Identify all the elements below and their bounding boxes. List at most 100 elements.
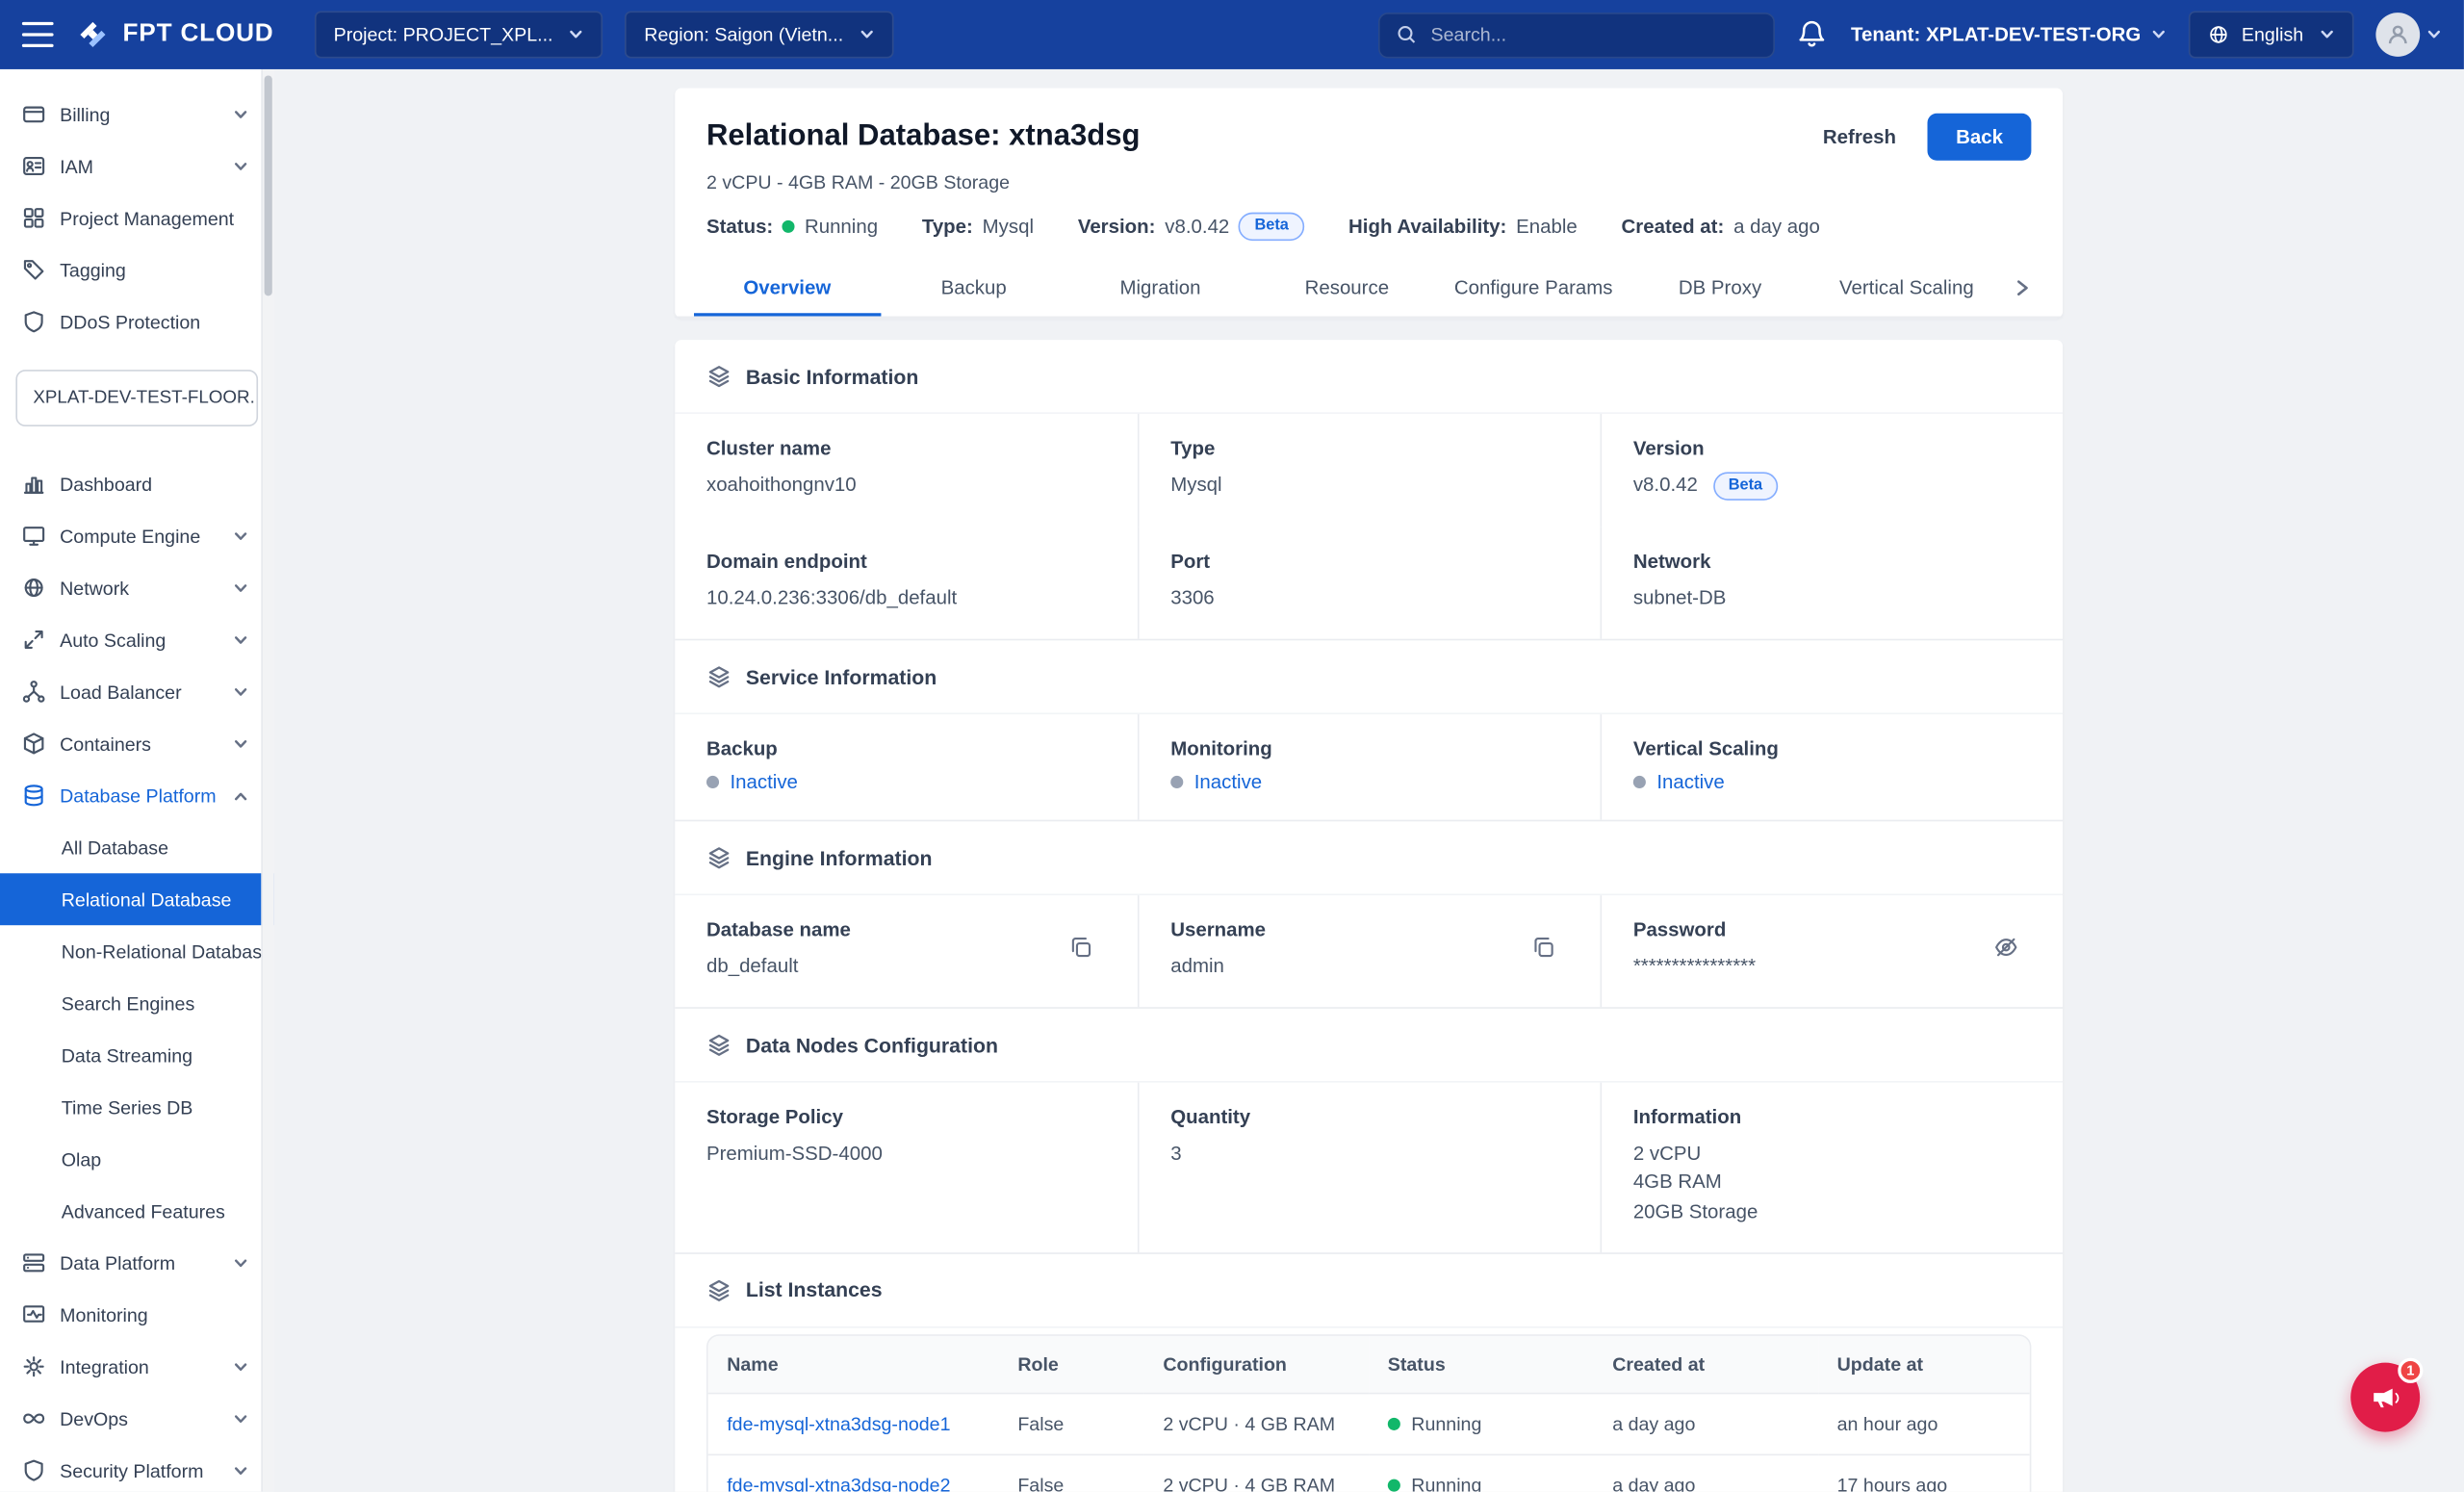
copy-database-name-icon[interactable] [1065, 932, 1097, 968]
chevron-down-icon [569, 27, 584, 42]
created-value: a day ago [1733, 216, 1820, 238]
menu-icon[interactable] [22, 22, 54, 47]
layers-icon [706, 1277, 732, 1302]
instance-link[interactable]: fde-mysql-xtna3dsg-node2 [727, 1474, 950, 1492]
back-button[interactable]: Back [1928, 114, 2032, 161]
monitor-icon [22, 524, 46, 548]
running-status-dot [1388, 1417, 1400, 1429]
sidebar-item-non-relational-database[interactable]: Non-Relational Database [0, 925, 273, 977]
database-icon [22, 784, 46, 808]
page-header: Relational Database: xtna3dsg Refresh Ba… [675, 89, 2063, 319]
sidebar-item-monitoring[interactable]: Monitoring [0, 1289, 273, 1341]
table-row: fde-mysql-xtna3dsg-node2 False 2 vCPU · … [708, 1454, 2030, 1492]
sidebar-item-olap[interactable]: Olap [0, 1133, 273, 1185]
sidebar-subitem-label: Relational Database [62, 888, 232, 911]
layers-icon [706, 364, 732, 389]
sidebar-scrollbar-thumb[interactable] [265, 75, 272, 296]
refresh-button[interactable]: Refresh [1808, 115, 1912, 159]
dashboard-icon [22, 472, 46, 496]
layers-icon [706, 664, 732, 689]
sidebar-item-auto-scaling[interactable]: Auto Scaling [0, 614, 273, 666]
sidebar-item-advanced-features[interactable]: Advanced Features [0, 1185, 273, 1237]
chevron-down-icon [233, 579, 248, 595]
ha-value: Enable [1516, 216, 1578, 238]
sidebar-item-compute-engine[interactable]: Compute Engine [0, 510, 273, 562]
field-type: Type Mysql [1138, 414, 1601, 527]
sidebar-item-label: Billing [60, 103, 110, 125]
fpt-cloud-logo[interactable]: FPT CLOUD [75, 17, 273, 52]
network-globe-icon [22, 576, 46, 600]
sidebar-item-iam[interactable]: IAM [0, 140, 273, 192]
sidebar-item-data-platform[interactable]: Data Platform [0, 1237, 273, 1289]
tab-overview[interactable]: Overview [694, 260, 881, 317]
sidebar-item-data-streaming[interactable]: Data Streaming [0, 1029, 273, 1081]
sidebar-item-search-engines[interactable]: Search Engines [0, 977, 273, 1029]
section-service-information: Service Information Backup Inactive Moni… [675, 639, 2063, 820]
tenant-dropdown[interactable]: Tenant: XPLAT-DEV-TEST-ORG [1851, 24, 2166, 46]
sidebar-item-dashboard[interactable]: Dashboard [0, 458, 273, 510]
sidebar-subitem-label: Advanced Features [62, 1199, 225, 1222]
fpt-cloud-console: FPT CLOUD Project: PROJECT_XPL... Region… [0, 0, 2464, 1492]
tabs-scroll-right-icon[interactable] [2000, 260, 2044, 317]
sidebar-item-time-series-db[interactable]: Time Series DB [0, 1081, 273, 1133]
toggle-password-visibility-icon[interactable] [1990, 932, 2022, 968]
chevron-down-icon [233, 1462, 248, 1478]
tenant-dropdown-label: Tenant: XPLAT-DEV-TEST-ORG [1851, 24, 2141, 46]
sidebar-item-load-balancer[interactable]: Load Balancer [0, 665, 273, 717]
layers-icon [706, 845, 732, 870]
sidebar-item-relational-database[interactable]: Relational Database [0, 873, 273, 925]
tag-icon [22, 258, 46, 282]
sidebar-item-tagging[interactable]: Tagging [0, 244, 273, 296]
notifications-bell-icon[interactable] [1797, 19, 1829, 51]
shield-icon [22, 310, 46, 334]
sidebar-item-network[interactable]: Network [0, 562, 273, 614]
integration-gear-icon [22, 1354, 46, 1378]
tab-migration[interactable]: Migration [1067, 260, 1254, 317]
instance-link[interactable]: fde-mysql-xtna3dsg-node1 [727, 1412, 950, 1434]
announcements-fab[interactable]: 1 [2350, 1363, 2420, 1432]
sidebar-item-all-database[interactable]: All Database [0, 821, 273, 873]
sidebar-subitem-label: Non-Relational Database [62, 940, 272, 963]
sidebar-item-security-platform[interactable]: Security Platform [0, 1445, 273, 1492]
tab-backup[interactable]: Backup [881, 260, 1067, 317]
field-database-name: Database name db_default [675, 895, 1138, 1007]
sidebar-item-billing[interactable]: Billing [0, 89, 273, 141]
globe-icon [2207, 24, 2229, 46]
search-input[interactable] [1431, 24, 1758, 46]
chevron-down-icon [233, 735, 248, 751]
tab-vertical-scaling[interactable]: Vertical Scaling [1813, 260, 2000, 317]
created-field: Created at: a day ago [1622, 216, 1820, 238]
language-dropdown[interactable]: English [2188, 11, 2353, 58]
backup-inactive-link[interactable]: Inactive [706, 771, 1106, 793]
floor-selector[interactable]: XPLAT-DEV-TEST-FLOOR... [15, 370, 258, 426]
region-dropdown[interactable]: Region: Saigon (Vietn... [626, 11, 894, 58]
sidebar-item-devops[interactable]: DevOps [0, 1393, 273, 1445]
sidebar-item-label: DDoS Protection [60, 311, 200, 333]
ha-label: High Availability: [1348, 216, 1506, 238]
sidebar-subitem-label: Olap [62, 1148, 101, 1170]
monitoring-inactive-link[interactable]: Inactive [1170, 771, 1569, 793]
global-search[interactable] [1379, 12, 1776, 57]
sidebar-item-project-management[interactable]: Project Management [0, 192, 273, 244]
sidebar-item-ddos-protection[interactable]: DDoS Protection [0, 296, 273, 347]
tab-db-proxy[interactable]: DB Proxy [1627, 260, 1813, 317]
sidebar-item-containers[interactable]: Containers [0, 717, 273, 769]
project-dropdown[interactable]: Project: PROJECT_XPL... [315, 11, 603, 58]
sidebar-item-label: Data Platform [60, 1251, 175, 1273]
status-label: Status: [706, 216, 773, 238]
sidebar-subitem-label: Search Engines [62, 992, 195, 1015]
tab-resource[interactable]: Resource [1253, 260, 1440, 317]
sidebar-scrollbar[interactable] [261, 69, 273, 1492]
table-header-row: Name Role Configuration Status Created a… [708, 1335, 2030, 1393]
sidebar: Billing IAM Project Management Tagging D… [0, 69, 273, 1492]
tab-configure-params[interactable]: Configure Params [1440, 260, 1627, 317]
sidebar-item-integration[interactable]: Integration [0, 1341, 273, 1393]
vertical-scaling-inactive-link[interactable]: Inactive [1633, 771, 2032, 793]
field-username: Username admin [1138, 895, 1601, 1007]
copy-username-icon[interactable] [1527, 932, 1559, 968]
main-content: Relational Database: xtna3dsg Refresh Ba… [273, 69, 2464, 1492]
user-avatar[interactable] [2375, 13, 2442, 57]
sidebar-item-database-platform[interactable]: Database Platform [0, 769, 273, 821]
inactive-status-dot [1170, 776, 1183, 788]
field-port: Port 3306 [1138, 527, 1601, 639]
